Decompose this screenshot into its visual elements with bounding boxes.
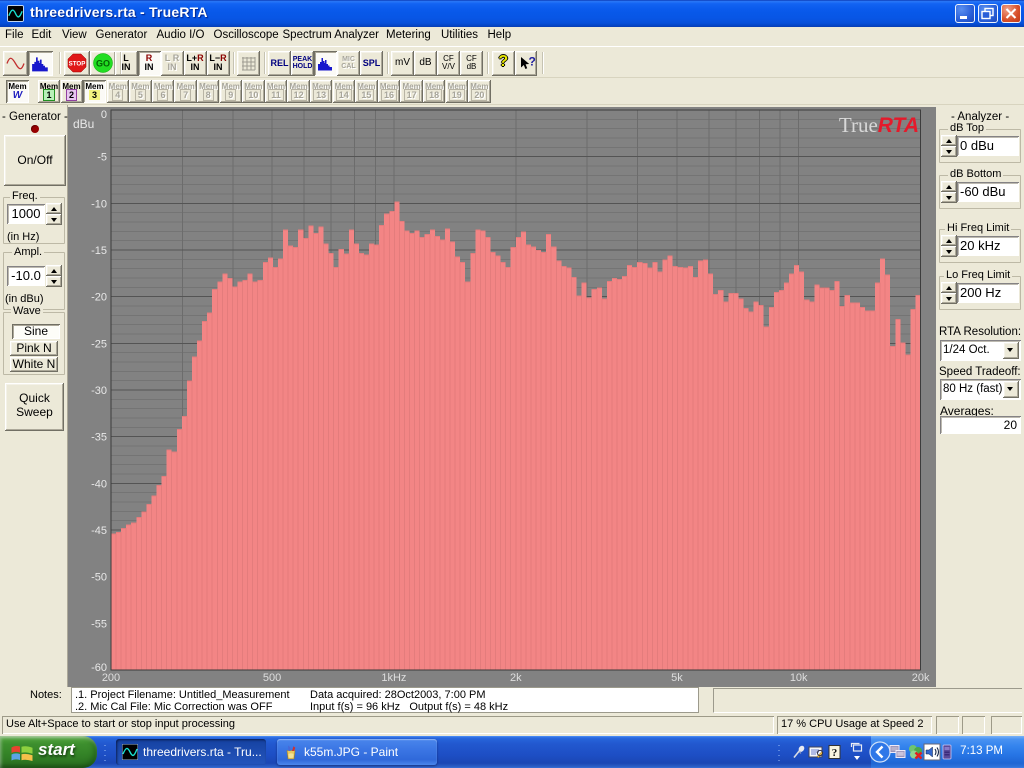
svg-text:-35: -35 — [91, 432, 107, 444]
svg-text:-5: -5 — [97, 152, 107, 164]
svg-text:-45: -45 — [91, 525, 107, 537]
svg-text:STOP: STOP — [69, 61, 86, 68]
svg-text:-25: -25 — [91, 338, 107, 350]
svg-text:-30: -30 — [91, 385, 107, 397]
svg-text:-40: -40 — [91, 478, 107, 490]
svg-text:1kHz: 1kHz — [381, 672, 406, 684]
svg-text:10k: 10k — [790, 672, 808, 684]
svg-text:?: ? — [832, 747, 838, 759]
svg-text:GO: GO — [96, 59, 110, 69]
svg-text:20k: 20k — [912, 672, 930, 684]
svg-text:-55: -55 — [91, 618, 107, 630]
svg-text:200: 200 — [102, 672, 120, 684]
svg-text:2k: 2k — [510, 672, 522, 684]
svg-text:500: 500 — [263, 672, 281, 684]
svg-text:-15: -15 — [91, 245, 107, 257]
svg-text:TrueRTA: TrueRTA — [839, 113, 919, 137]
svg-text:dBu: dBu — [73, 117, 94, 131]
svg-text:-10: -10 — [91, 198, 107, 210]
svg-text:-20: -20 — [91, 292, 107, 304]
svg-text:5k: 5k — [671, 672, 683, 684]
svg-text:-50: -50 — [91, 572, 107, 584]
svg-text:0: 0 — [101, 109, 107, 121]
svg-text:?: ? — [528, 55, 535, 69]
